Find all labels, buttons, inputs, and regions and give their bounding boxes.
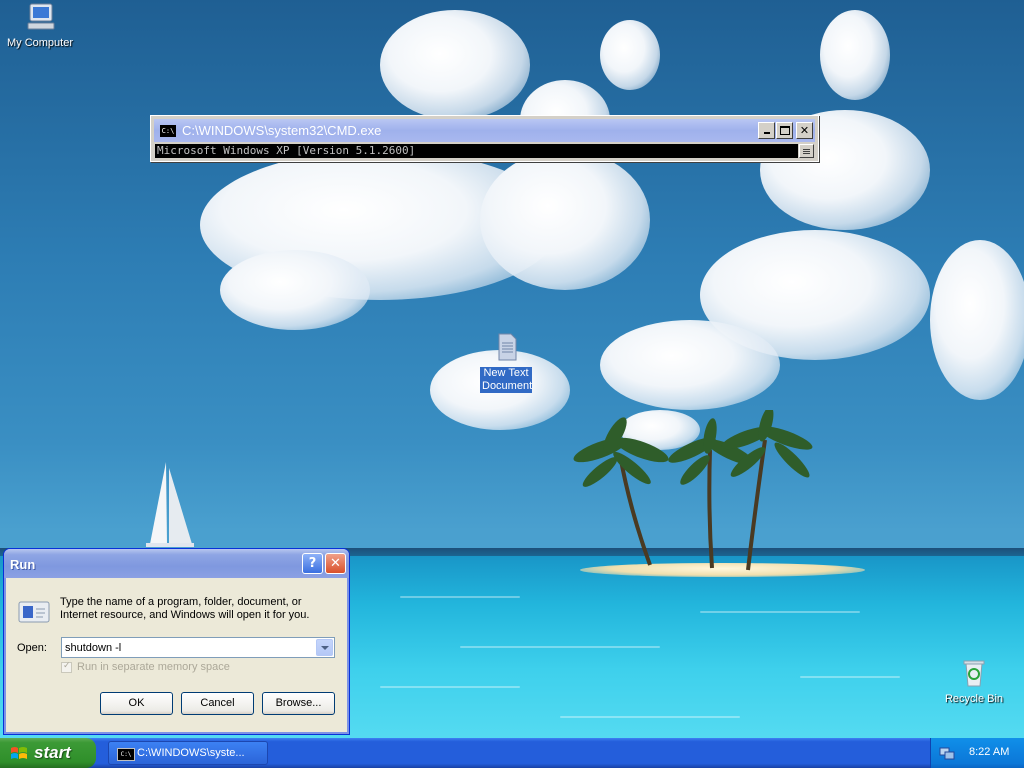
desktop-icon-new-text-document[interactable]: New Text Document	[466, 332, 546, 393]
run-close-button[interactable]: ✕	[325, 553, 346, 574]
run-icon	[18, 601, 50, 623]
minimize-button[interactable]	[758, 122, 775, 139]
palm-trees-graphic	[573, 410, 813, 571]
close-icon: ✕	[330, 556, 341, 571]
system-tray: 8:22 AM	[930, 738, 1024, 768]
desktop-icon-label: New Text Document	[480, 367, 533, 393]
run-dialog-title: Run	[10, 557, 36, 572]
desktop-icon-recycle-bin[interactable]: Recycle Bin	[934, 658, 1014, 706]
cmd-icon: C:\	[117, 748, 135, 761]
run-dialog[interactable]: Run ? ✕ Type the name of a program, fold…	[3, 548, 350, 735]
wallpaper-cloud	[220, 250, 370, 330]
browse-button[interactable]: Browse...	[262, 692, 335, 715]
desktop-icon-label: Recycle Bin	[944, 693, 1004, 705]
maximize-button[interactable]	[776, 122, 793, 139]
wallpaper-cloud	[600, 320, 780, 410]
desktop-icon-my-computer[interactable]: My Computer	[0, 2, 80, 50]
help-button[interactable]: ?	[302, 553, 323, 574]
desktop-icon-label: My Computer	[6, 37, 74, 49]
minimize-icon	[763, 132, 770, 134]
start-button[interactable]: start	[0, 738, 96, 768]
clock[interactable]: 8:22 AM	[969, 746, 1009, 758]
run-titlebar[interactable]: Run ? ✕	[4, 549, 349, 578]
text-document-icon	[498, 333, 517, 361]
cmd-window-title: C:\WINDOWS\system32\CMD.exe	[182, 123, 382, 138]
close-icon: ✕	[799, 124, 810, 137]
separate-memory-label: Run in separate memory space	[77, 661, 230, 673]
console-scrollbar[interactable]	[799, 144, 814, 158]
maximize-icon	[779, 126, 790, 135]
windows-logo-icon	[11, 747, 27, 759]
wallpaper-cloud	[820, 10, 890, 100]
help-icon: ?	[308, 556, 317, 571]
separate-memory-checkbox	[61, 661, 72, 673]
wallpaper-cloud	[480, 150, 650, 290]
network-icon[interactable]	[939, 745, 955, 761]
open-input[interactable]	[65, 640, 313, 655]
wallpaper-cloud	[600, 20, 660, 90]
cmd-titlebar[interactable]: C:\ C:\WINDOWS\system32\CMD.exe ✕	[154, 119, 815, 142]
close-button[interactable]: ✕	[796, 122, 813, 139]
cancel-button[interactable]: Cancel	[181, 692, 254, 715]
wallpaper-cloud	[380, 10, 530, 120]
recycle-bin-icon	[963, 660, 985, 687]
my-computer-icon	[27, 3, 55, 30]
cmd-icon: C:\	[160, 125, 176, 137]
taskbar-item-cmd[interactable]: C:\ C:\WINDOWS\syste...	[108, 741, 268, 765]
start-label: start	[34, 743, 71, 762]
open-combobox[interactable]	[61, 637, 335, 658]
run-description: Type the name of a program, folder, docu…	[60, 596, 310, 621]
taskbar-item-label: C:\WINDOWS\syste...	[137, 747, 245, 759]
console-output[interactable]: Microsoft Windows XP [Version 5.1.2600]	[155, 144, 798, 158]
wallpaper-cloud	[930, 240, 1024, 400]
chevron-down-icon[interactable]	[316, 639, 333, 656]
ok-button[interactable]: OK	[100, 692, 173, 715]
cmd-window[interactable]: C:\ C:\WINDOWS\system32\CMD.exe ✕ Micros…	[150, 115, 819, 162]
taskbar: start C:\ C:\WINDOWS\syste... 8:22 AM	[0, 738, 1024, 768]
open-label: Open:	[17, 642, 47, 654]
sailboat-graphic	[146, 462, 194, 547]
